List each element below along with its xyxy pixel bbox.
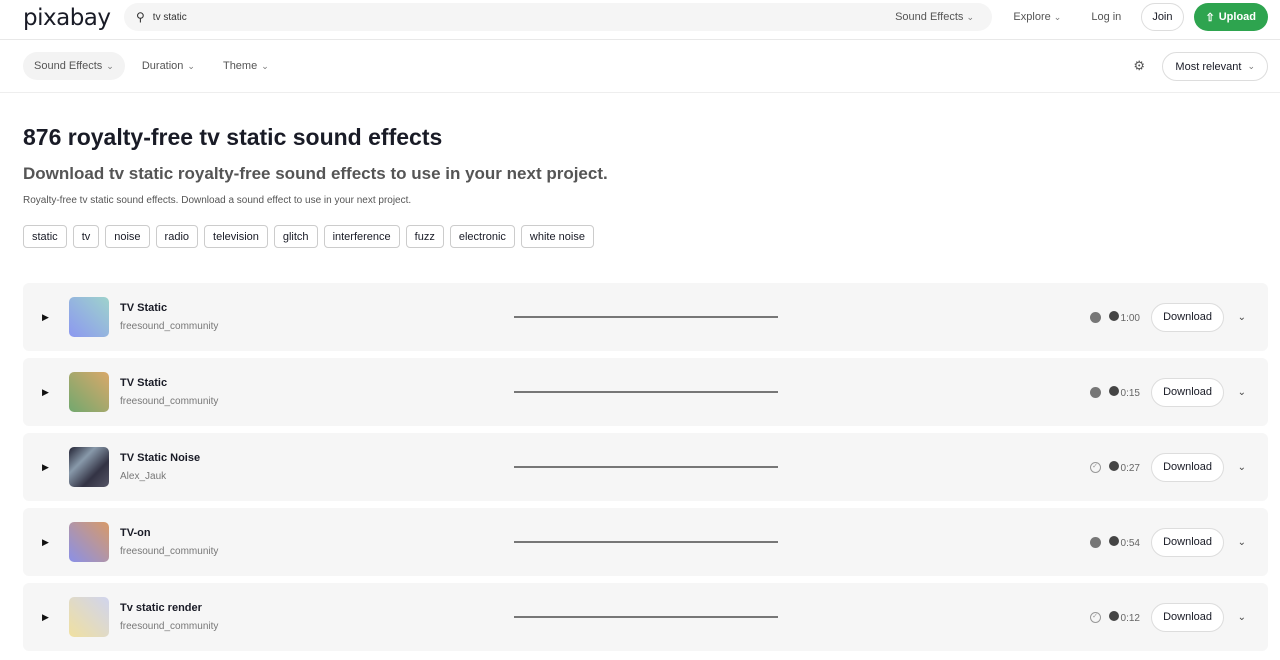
chevron-down-icon[interactable]: ⌄ [1238, 462, 1246, 473]
login-link[interactable]: Log in [1081, 11, 1131, 23]
clock-icon [1108, 385, 1119, 396]
play-icon[interactable]: ▶ [42, 312, 49, 323]
search-input[interactable] [152, 11, 896, 23]
download-button[interactable]: Download [1151, 527, 1224, 557]
track-row: ▶ Tv static render freesound_community ✓… [23, 583, 1268, 651]
chevron-down-icon[interactable]: ⌄ [1238, 612, 1246, 623]
chevron-down-icon[interactable]: ⌄ [1238, 312, 1246, 323]
sort-dropdown[interactable]: Most relevant ⌄ [1162, 52, 1268, 81]
search-type-dropdown[interactable]: Sound Effects ⌄ [895, 11, 974, 23]
chevron-down-icon: ⌄ [261, 60, 269, 71]
chevron-down-icon: ⌄ [966, 12, 974, 22]
track-title[interactable]: TV Static Noise [120, 452, 200, 464]
track-duration: 0:12 [1120, 612, 1140, 624]
track-duration: 0:27 [1120, 462, 1140, 474]
check-badge-icon: ✓ [1089, 461, 1101, 473]
track-thumbnail [69, 297, 109, 337]
track-list: ▶ TV Static freesound_community 1:00 Dow… [23, 283, 1268, 658]
track-title[interactable]: Tv static render [120, 602, 218, 614]
top-bar: pixabay ⚲ Sound Effects ⌄ Explore ⌄ Log … [0, 0, 1280, 40]
pixabay-logo[interactable]: pixabay [23, 5, 123, 31]
tag-chip[interactable]: radio [155, 225, 199, 248]
track-thumbnail [69, 597, 109, 637]
track-row: ▶ TV Static freesound_community 1:00 Dow… [23, 283, 1268, 351]
tag-chip[interactable]: glitch [273, 225, 318, 248]
tag-chip[interactable]: television [204, 225, 268, 248]
tag-chip[interactable]: tv [72, 225, 100, 248]
search-bar: ⚲ Sound Effects ⌄ [124, 3, 992, 31]
clock-icon [1108, 535, 1119, 546]
page-subtitle: Download tv static royalty-free sound ef… [23, 164, 608, 183]
chevron-down-icon: ⌄ [106, 60, 114, 71]
chevron-down-icon: ⌄ [187, 60, 195, 71]
tag-chip[interactable]: white noise [520, 225, 594, 248]
track-author[interactable]: freesound_community [120, 546, 218, 557]
track-duration: 0:15 [1120, 387, 1140, 399]
play-icon[interactable]: ▶ [42, 612, 49, 623]
track-row: ▶ TV-on freesound_community 0:54 Downloa… [23, 508, 1268, 576]
clock-icon [1108, 610, 1119, 621]
waveform[interactable] [514, 466, 778, 468]
filter-sound-effects[interactable]: Sound Effects ⌄ [23, 52, 125, 80]
play-icon[interactable]: ▶ [42, 387, 49, 398]
filter-theme[interactable]: Theme ⌄ [212, 52, 280, 80]
track-author[interactable]: freesound_community [120, 621, 218, 632]
track-author[interactable]: freesound_community [120, 396, 218, 407]
star-badge-icon [1089, 536, 1101, 548]
track-row: ▶ TV Static freesound_community 0:15 Dow… [23, 358, 1268, 426]
gear-icon[interactable]: ⚙ [1133, 58, 1145, 74]
download-button[interactable]: Download [1151, 452, 1224, 482]
tag-chip[interactable]: interference [323, 225, 400, 248]
play-icon[interactable]: ▶ [42, 537, 49, 548]
tag-list: static tv noise radio television glitch interf… [23, 225, 594, 248]
track-duration: 0:54 [1120, 537, 1140, 549]
track-title[interactable]: TV-on [120, 527, 218, 539]
search-icon[interactable]: ⚲ [136, 10, 145, 24]
explore-menu[interactable]: Explore ⌄ [1003, 11, 1071, 23]
track-row: ▶ TV Static Noise Alex_Jauk ✓ 0:27 Downl… [23, 433, 1268, 501]
star-badge-icon [1089, 386, 1101, 398]
track-title[interactable]: TV Static [120, 302, 218, 314]
waveform[interactable] [514, 541, 778, 543]
tag-chip[interactable]: static [23, 225, 67, 248]
track-thumbnail [69, 372, 109, 412]
chevron-down-icon: ⌄ [1053, 12, 1062, 22]
star-badge-icon [1089, 311, 1101, 323]
check-badge-icon: ✓ [1089, 611, 1101, 623]
tag-chip[interactable]: noise [105, 225, 150, 248]
track-thumbnail [69, 522, 109, 562]
waveform[interactable] [514, 616, 778, 618]
upload-button[interactable]: ⇧ Upload [1193, 3, 1268, 31]
upload-icon: ⇧ [1205, 11, 1215, 24]
waveform[interactable] [514, 316, 778, 318]
download-button[interactable]: Download [1151, 602, 1224, 632]
waveform[interactable] [514, 391, 778, 393]
track-title[interactable]: TV Static [120, 377, 218, 389]
play-icon[interactable]: ▶ [42, 462, 49, 473]
page-title: 876 royalty-free tv static sound effects [23, 124, 443, 150]
track-author[interactable]: freesound_community [120, 321, 218, 332]
track-thumbnail [69, 447, 109, 487]
download-button[interactable]: Download [1151, 302, 1224, 332]
page-description: Royalty-free tv static sound effects. Do… [23, 195, 412, 206]
chevron-down-icon[interactable]: ⌄ [1238, 387, 1246, 398]
download-button[interactable]: Download [1151, 377, 1224, 407]
track-duration: 1:00 [1120, 312, 1140, 324]
clock-icon [1108, 460, 1119, 471]
clock-icon [1108, 310, 1119, 321]
tag-chip[interactable]: electronic [449, 225, 515, 248]
track-author[interactable]: Alex_Jauk [120, 471, 200, 482]
join-button[interactable]: Join [1141, 3, 1184, 31]
filter-bar: Sound Effects ⌄ Duration ⌄ Theme ⌄ ⚙ Most r… [0, 40, 1280, 93]
chevron-down-icon: ⌄ [1247, 61, 1255, 71]
chevron-down-icon[interactable]: ⌄ [1238, 537, 1246, 548]
filter-duration[interactable]: Duration ⌄ [131, 52, 206, 80]
tag-chip[interactable]: fuzz [405, 225, 444, 248]
